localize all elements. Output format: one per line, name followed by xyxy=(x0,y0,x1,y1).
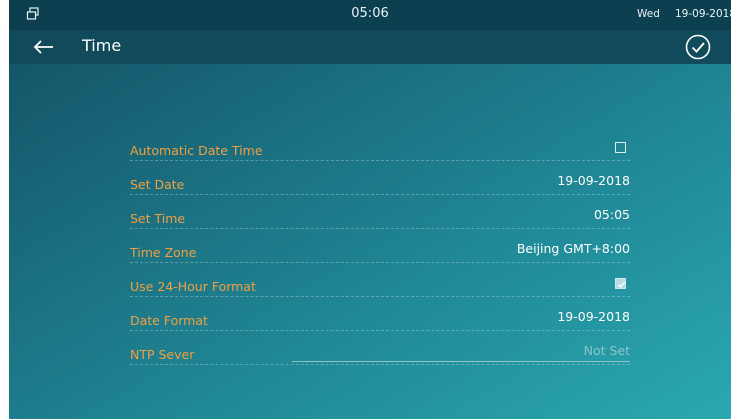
automatic-date-time-checkbox[interactable] xyxy=(615,142,626,153)
time-zone-value: Beijing GMT+8:00 xyxy=(516,241,630,256)
date-format-value: 19-09-2018 xyxy=(557,309,630,324)
status-day: Wed xyxy=(637,8,660,20)
setting-label: Set Date xyxy=(130,177,185,192)
setting-ntp-server[interactable]: NTP Sever Not Set xyxy=(130,341,630,375)
row-divider xyxy=(130,296,630,297)
row-divider xyxy=(130,330,630,331)
row-divider xyxy=(130,228,630,229)
row-divider xyxy=(130,160,630,161)
setting-set-time[interactable]: Set Time 05:05 xyxy=(130,205,630,239)
title-bar: Time xyxy=(9,30,731,64)
setting-use-24-hour-format[interactable]: Use 24-Hour Format xyxy=(130,273,630,307)
setting-date-format[interactable]: Date Format 19-09-2018 xyxy=(130,307,630,341)
setting-label: Time Zone xyxy=(130,245,197,260)
row-divider xyxy=(130,364,630,365)
ntp-input-underline xyxy=(292,361,630,362)
set-time-value: 05:05 xyxy=(593,207,630,222)
check-circle-icon[interactable] xyxy=(684,33,712,61)
setting-label: Automatic Date Time xyxy=(130,143,263,158)
setting-label: NTP Sever xyxy=(130,347,195,362)
status-bar: 05:06 Wed 19-09-2018 xyxy=(9,0,731,30)
setting-set-date[interactable]: Set Date 19-09-2018 xyxy=(130,171,630,205)
use-24-hour-format-checkbox[interactable] xyxy=(615,278,626,289)
arrow-left-icon[interactable] xyxy=(33,39,55,55)
setting-label: Set Time xyxy=(130,211,186,226)
setting-automatic-date-time[interactable]: Automatic Date Time xyxy=(130,137,630,171)
setting-label: Use 24-Hour Format xyxy=(130,279,256,294)
page-title: Time xyxy=(82,36,122,55)
setting-label: Date Format xyxy=(130,313,208,328)
settings-list: Automatic Date Time Set Date 19-09-2018 … xyxy=(130,137,630,375)
status-date: 19-09-2018 xyxy=(675,8,731,20)
ntp-server-input[interactable]: Not Set xyxy=(584,343,630,358)
checkmark-icon xyxy=(617,281,626,288)
row-divider xyxy=(130,262,630,263)
time-settings-screen: 05:06 Wed 19-09-2018 Time Automatic Date… xyxy=(9,0,731,419)
setting-time-zone[interactable]: Time Zone Beijing GMT+8:00 xyxy=(130,239,630,273)
set-date-value: 19-09-2018 xyxy=(557,173,630,188)
row-divider xyxy=(130,194,630,195)
status-time: 05:06 xyxy=(351,6,389,21)
